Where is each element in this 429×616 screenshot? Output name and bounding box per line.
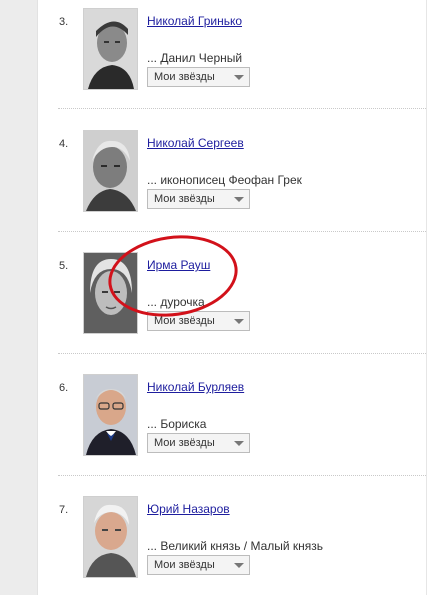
actor-name-link[interactable]: Николай Сергеев: [147, 136, 244, 150]
chevron-down-icon: [234, 441, 244, 446]
dropdown-label: Мои звёзды: [154, 437, 215, 449]
portrait-photo-icon: [84, 497, 137, 577]
chevron-down-icon: [234, 75, 244, 80]
actor-name-link[interactable]: Ирма Рауш: [147, 258, 210, 272]
actor-name-link[interactable]: Юрий Назаров: [147, 502, 230, 516]
actor-photo[interactable]: [83, 374, 138, 456]
dropdown-label: Мои звёзды: [154, 193, 215, 205]
my-stars-dropdown[interactable]: Мои звёзды: [147, 555, 250, 575]
rank-number: 7.: [59, 504, 69, 516]
cast-list: 3. Николай Гринько ... Данил Черный Мои …: [0, 0, 429, 595]
chevron-down-icon: [234, 197, 244, 202]
item-divider: [58, 353, 426, 354]
item-divider: [58, 108, 426, 109]
role-text: ... Бориска: [147, 417, 207, 431]
list-item: 3. Николай Гринько ... Данил Черный Мои …: [0, 8, 429, 128]
actor-photo[interactable]: [83, 496, 138, 578]
role-text: ... иконописец Феофан Грек: [147, 173, 302, 187]
actor-photo[interactable]: [83, 252, 138, 334]
portrait-photo-icon: [84, 375, 137, 455]
role-text: ... Данил Черный: [147, 51, 243, 65]
dropdown-label: Мои звёзды: [154, 315, 215, 327]
dropdown-label: Мои звёзды: [154, 559, 215, 571]
rank-number: 3.: [59, 16, 69, 28]
actor-photo[interactable]: [83, 8, 138, 90]
list-item: 4. Николай Сергеев ... иконописец Феофан…: [0, 130, 429, 250]
chevron-down-icon: [234, 319, 244, 324]
rank-number: 6.: [59, 382, 69, 394]
actor-photo[interactable]: [83, 130, 138, 212]
list-item: 6. Николай Бурляев ... Бориска Мои звёзд…: [0, 374, 429, 494]
my-stars-dropdown[interactable]: Мои звёзды: [147, 189, 250, 209]
role-text: ... Великий князь / Малый князь: [147, 539, 324, 553]
portrait-photo-icon: [84, 253, 137, 333]
chevron-down-icon: [234, 563, 244, 568]
actor-name-link[interactable]: Николай Гринько: [147, 14, 242, 28]
item-divider: [58, 231, 426, 232]
list-item: 5. Ирма Рауш ... дурочка Мои звёзды: [0, 252, 429, 372]
item-divider: [58, 475, 426, 476]
actor-name-link[interactable]: Николай Бурляев: [147, 380, 244, 394]
rank-number: 5.: [59, 260, 69, 272]
role-text: ... дурочка: [147, 295, 205, 309]
my-stars-dropdown[interactable]: Мои звёзды: [147, 433, 250, 453]
dropdown-label: Мои звёзды: [154, 71, 215, 83]
my-stars-dropdown[interactable]: Мои звёзды: [147, 67, 250, 87]
portrait-photo-icon: [84, 9, 137, 89]
portrait-photo-icon: [84, 131, 137, 211]
list-item: 7. Юрий Назаров ... Великий князь / Малы…: [0, 496, 429, 616]
my-stars-dropdown[interactable]: Мои звёзды: [147, 311, 250, 331]
rank-number: 4.: [59, 138, 69, 150]
